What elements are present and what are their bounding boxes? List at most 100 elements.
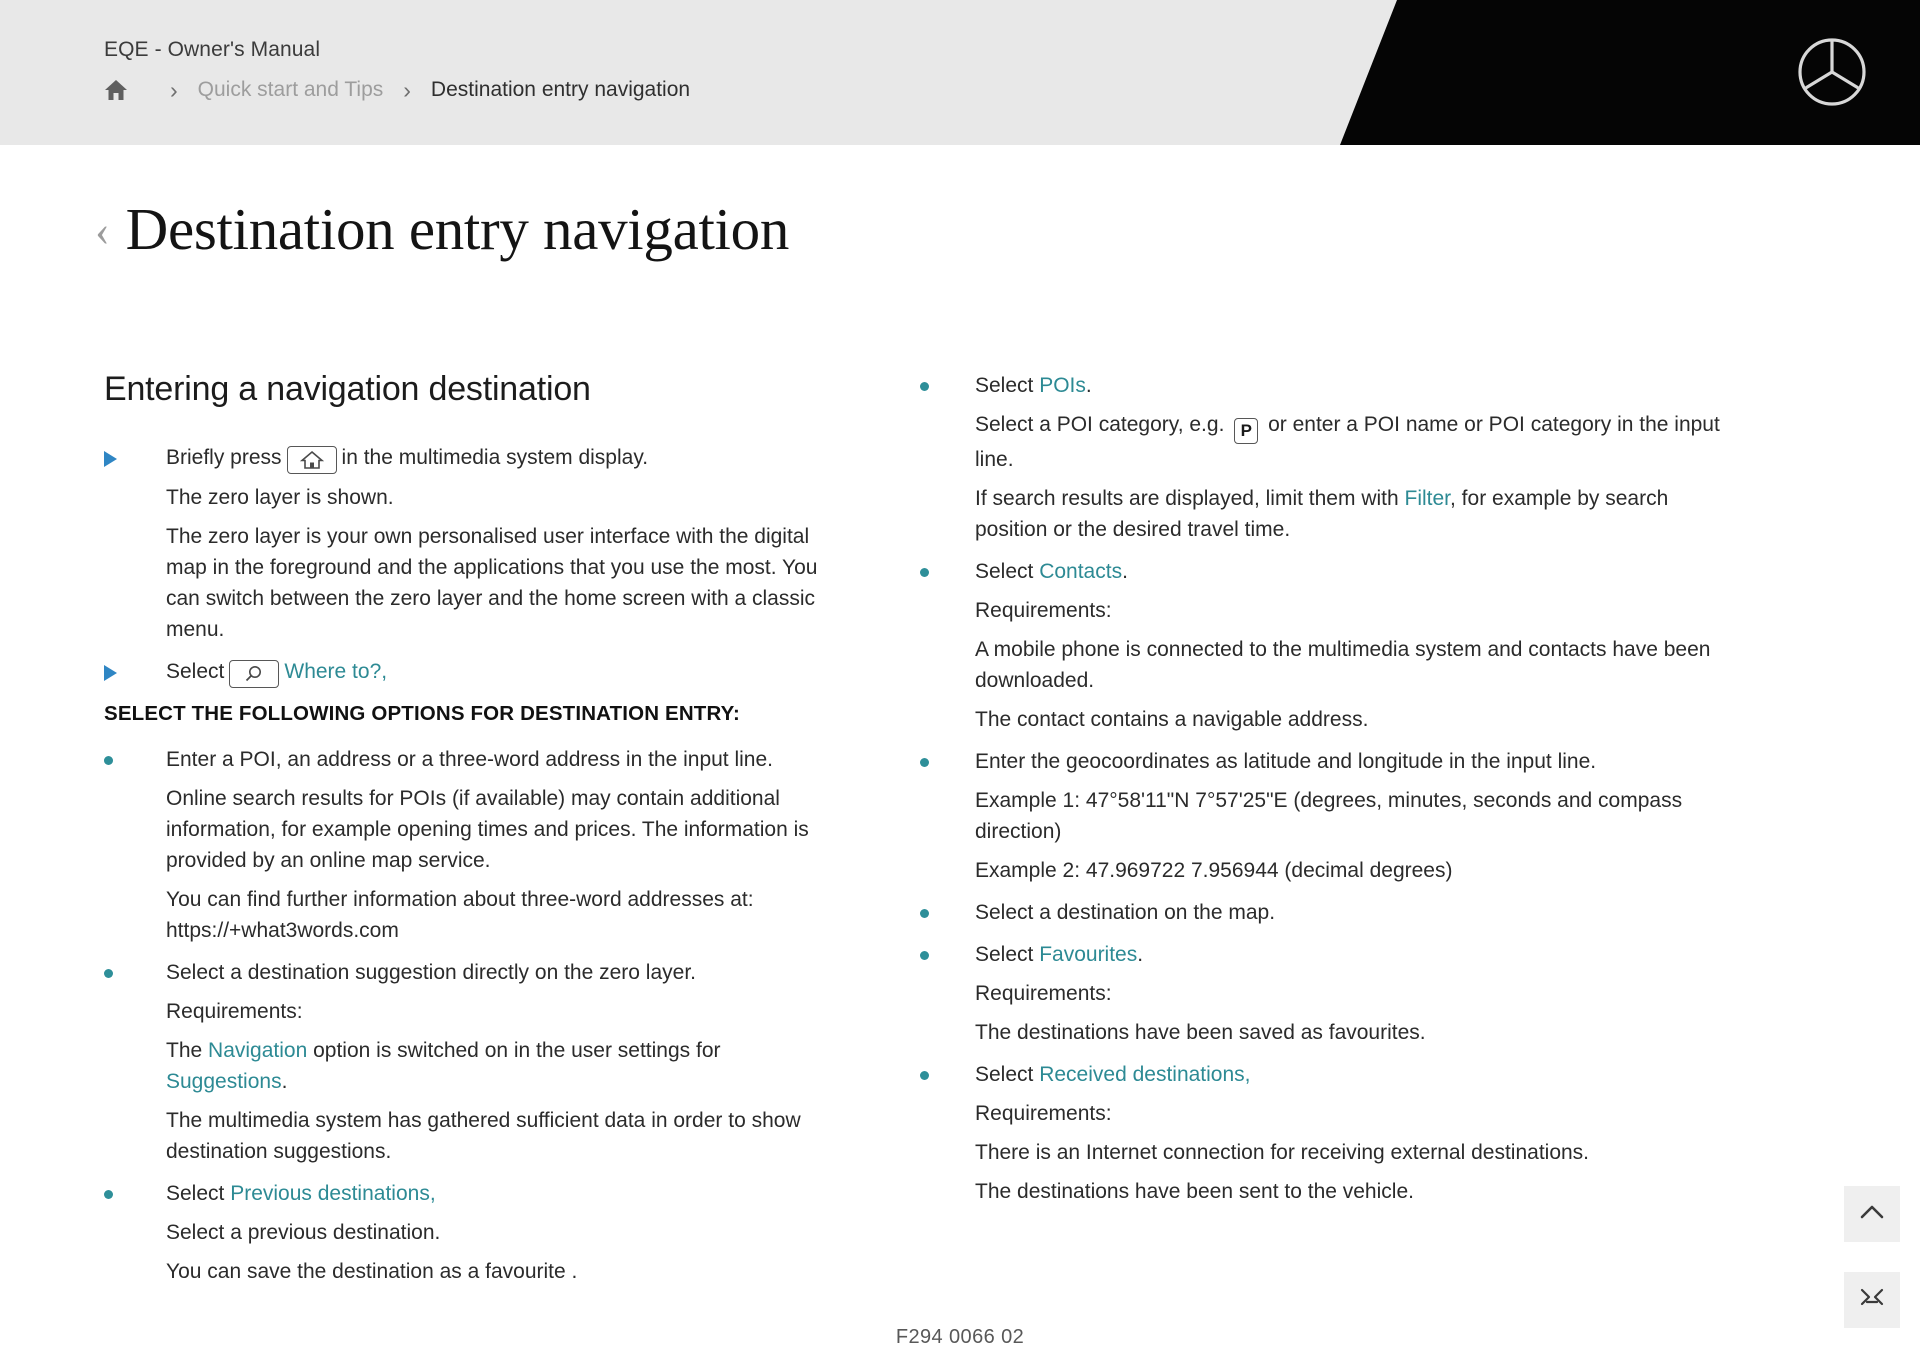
page-header: EQE - Owner's Manual › Quick start and T… [0, 0, 1920, 145]
contacts-link[interactable]: Contacts [1039, 560, 1122, 583]
scroll-to-top-button[interactable] [1844, 1186, 1900, 1242]
lead-prefix: Select [975, 559, 1040, 583]
poi-text-1: Select a POI category, e.g. [975, 413, 1231, 436]
received-destinations-link[interactable]: Received destinations [1039, 1063, 1244, 1086]
document-code-footer: F294 0066 02 [895, 1326, 1025, 1348]
list-item: Select POIs. Select a POI category, e.g.… [920, 370, 1720, 545]
coordinate-example-1: Example 1: 47°58'11"N 7°57'25"E (degrees… [975, 788, 1683, 843]
lead-prefix: Select [975, 1062, 1040, 1086]
parking-p-icon[interactable]: P [1234, 417, 1259, 444]
filter-link[interactable]: Filter [1405, 487, 1451, 510]
back-navigation-icon[interactable]: ‹ [95, 209, 110, 253]
list-item-lead: Select a destination on the map. [975, 900, 1276, 924]
list-item-body: Enter the geocoordinates as latitude and… [975, 746, 1720, 886]
list-item-body: Select a destination suggestion directly… [166, 957, 825, 1167]
breadcrumb-item-current: Destination entry navigation [430, 78, 691, 101]
bullet-dot-icon [920, 897, 975, 928]
where-to-link[interactable]: Where to? [284, 660, 381, 683]
favourites-link[interactable]: Favourites [1039, 943, 1137, 966]
left-column: Entering a navigation destination Briefl… [0, 370, 920, 1289]
rich-text-2: option is switched on in the user settin… [307, 1039, 721, 1062]
suggestions-link[interactable]: Suggestions [166, 1070, 282, 1093]
list-item-body: Select POIs. Select a POI category, e.g.… [975, 370, 1720, 545]
list-item: Select Contacts. Requirements: A mobile … [920, 556, 1720, 735]
list-item-body: Select Previous destinations, Select a p… [166, 1178, 825, 1287]
triangle-marker-icon [104, 656, 166, 688]
list-item-rich-line: The Navigation option is switched on in … [166, 1035, 825, 1097]
filter-text-1: If search results are displayed, limit t… [975, 486, 1405, 510]
where-to-suffix: , [381, 660, 388, 683]
bullet-dot-icon [920, 746, 975, 886]
bullet-dot-icon [104, 1178, 166, 1287]
step-text-before: Select [166, 660, 225, 683]
lead-suffix: , [429, 1182, 436, 1205]
breadcrumb-item-parent[interactable]: Quick start and Tips [198, 78, 384, 102]
step-body: Briefly press in the multimedia system d… [166, 442, 825, 645]
navigation-link[interactable]: Navigation [208, 1039, 307, 1062]
rich-text-3: . [281, 1070, 288, 1093]
mercedes-benz-star-icon [1796, 36, 1868, 113]
content-columns: Entering a navigation destination Briefl… [0, 370, 1920, 1289]
list-item-para: Online search results for POIs (if avail… [166, 787, 809, 872]
lead-prefix: Select [166, 1182, 231, 1205]
list-item-para: The destinations have been saved as favo… [975, 1020, 1426, 1044]
list-item: Select Favourites. Requirements: The des… [920, 939, 1720, 1048]
step-text-before: Briefly press [166, 446, 282, 469]
list-item-para: A mobile phone is connected to the multi… [975, 637, 1711, 692]
lead-suffix: , [1244, 1062, 1251, 1086]
brand-title: EQE - Owner's Manual [104, 38, 321, 61]
step-text-after: in the multimedia system display. [341, 446, 649, 469]
lead-prefix: Select [975, 942, 1040, 966]
lead-suffix: . [1085, 374, 1092, 397]
list-item-body: Select Contacts. Requirements: A mobile … [975, 556, 1720, 735]
list-item-lead: Select Received destinations, [975, 1059, 1720, 1090]
bullet-dot-icon [920, 1059, 975, 1207]
list-item: Enter the geocoordinates as latitude and… [920, 746, 1720, 886]
step-item: Select Where to?, [104, 656, 825, 688]
list-item-para: You can find further information about t… [166, 888, 754, 942]
magnifier-search-icon[interactable] [229, 660, 280, 688]
filter-line: If search results are displayed, limit t… [975, 483, 1720, 545]
list-item-para: Requirements: [975, 1101, 1112, 1125]
list-item: Select Received destinations, Requiremen… [920, 1059, 1720, 1207]
list-item-lead: Enter a POI, an address or a three-word … [166, 748, 774, 771]
breadcrumb-separator-2: › [403, 76, 411, 103]
page-title-row: ‹ Destination entry navigation [95, 200, 789, 259]
expand-fullscreen-button[interactable] [1844, 1272, 1900, 1328]
list-item-para: There is an Internet connection for rece… [975, 1140, 1590, 1164]
step-body: Select Where to?, [166, 656, 825, 688]
breadcrumb: › Quick start and Tips › Destination ent… [104, 78, 690, 102]
lead-prefix: Select [975, 374, 1040, 397]
list-item: Select a destination suggestion directly… [104, 957, 825, 1167]
list-item-lead: Select Favourites. [975, 939, 1720, 970]
lead-suffix: . [1137, 942, 1144, 966]
previous-destinations-link[interactable]: Previous destinations [230, 1182, 430, 1205]
breadcrumb-separator-1: › [170, 76, 178, 103]
step-item: Briefly press in the multimedia system d… [104, 442, 825, 645]
rich-text-1: The [166, 1039, 209, 1062]
lead-suffix: . [1122, 559, 1128, 583]
page-title: Destination entry navigation [125, 196, 790, 262]
list-item-para: Requirements: [975, 981, 1112, 1005]
step-lead: Select Where to?, [166, 656, 825, 688]
list-item-para: Requirements: [166, 1000, 303, 1023]
pois-link[interactable]: POIs [1039, 374, 1086, 397]
list-item-body: Select Favourites. Requirements: The des… [975, 939, 1720, 1048]
list-item: Enter a POI, an address or a three-word … [104, 744, 825, 946]
step-lead: Briefly press in the multimedia system d… [166, 442, 825, 474]
bullet-dot-icon [104, 744, 166, 946]
home-icon[interactable] [104, 79, 128, 101]
step-sub-line: The zero layer is shown. [166, 486, 394, 509]
bullet-dot-icon [920, 556, 975, 735]
home-screen-icon[interactable] [286, 446, 337, 474]
list-item-para: The multimedia system has gathered suffi… [166, 1109, 801, 1163]
list-item-para: Select a previous destination. [166, 1221, 441, 1244]
coordinate-example-2: Example 2: 47.969722 7.956944 (decimal d… [975, 858, 1453, 882]
list-item-para: The contact contains a navigable address… [975, 707, 1369, 731]
manual-page: EQE - Owner's Manual › Quick start and T… [0, 0, 1920, 1358]
right-column: Select POIs. Select a POI category, e.g.… [920, 370, 1820, 1289]
list-item-lead: Select a destination suggestion directly… [166, 961, 696, 984]
step-sub-line: The zero layer is your own personalised … [166, 525, 818, 641]
list-item: Select a destination on the map. [920, 897, 1720, 928]
list-item-para: You can save the destination as a favour… [166, 1260, 578, 1283]
